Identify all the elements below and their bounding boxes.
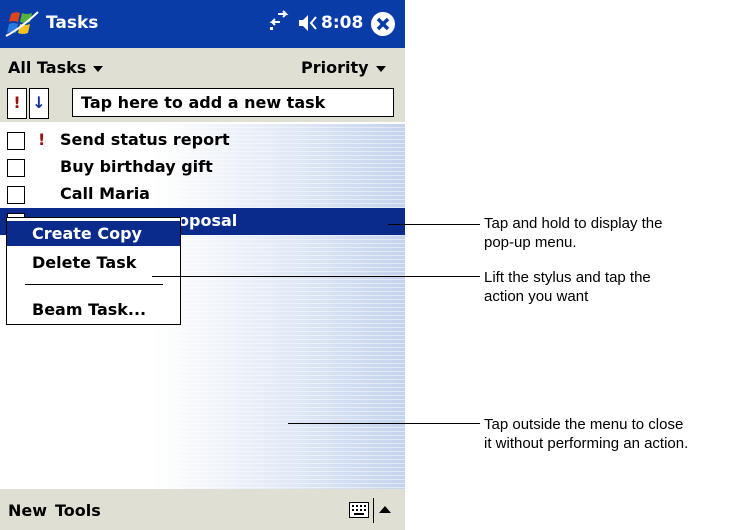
menu-separator	[25, 284, 163, 285]
chevron-down-icon	[93, 65, 104, 72]
speaker-icon[interactable]	[295, 12, 317, 34]
menu-item-create-copy[interactable]: Create Copy	[7, 221, 180, 246]
task-row[interactable]: Call Maria	[0, 181, 405, 208]
menu-item-beam-task[interactable]: Beam Task...	[7, 297, 180, 322]
new-button[interactable]: New	[8, 501, 47, 520]
sort-dropdown[interactable]: Priority	[301, 58, 386, 77]
callout-outside-line1: Tap outside the menu to close	[484, 416, 684, 433]
filter-sort-bar: All Tasks Priority	[0, 48, 405, 85]
task-label: Buy birthday gift	[60, 157, 213, 176]
callout-lift-line2: action you want	[484, 288, 589, 305]
task-checkbox[interactable]	[7, 132, 25, 150]
title-bar: Tasks 8:08	[0, 0, 405, 48]
callout-line-lift	[152, 276, 480, 277]
callout-hold-line1: Tap and hold to display the	[484, 215, 663, 232]
pocket-pc-screen: Tasks 8:08 All Tasks Priority ! ↓ Tap he…	[0, 0, 405, 530]
menu-item-delete-task[interactable]: Delete Task	[7, 250, 180, 275]
filter-label: All Tasks	[8, 58, 87, 77]
callout-lift: Lift the stylus and tap the action you w…	[484, 268, 651, 306]
callout-hold: Tap and hold to display the pop-up menu.	[484, 214, 662, 252]
priority-button[interactable]: !	[7, 88, 27, 119]
task-label: Send status report	[60, 130, 230, 149]
windows-start-icon[interactable]	[3, 6, 41, 42]
task-label: Call Maria	[60, 184, 150, 203]
connectivity-icon[interactable]	[268, 10, 290, 36]
callout-line-outside	[288, 423, 480, 424]
callout-hold-line2: pop-up menu.	[484, 234, 577, 251]
callout-outside-line2: it without performing an action.	[484, 435, 689, 452]
input-panel-arrow-icon[interactable]	[379, 506, 391, 513]
task-row[interactable]: ! Send status report	[0, 127, 405, 154]
task-entry-bar: ! ↓ Tap here to add a new task	[0, 85, 405, 122]
input-panel-separator	[373, 498, 374, 523]
context-menu: Create Copy Delete Task Beam Task...	[6, 217, 181, 325]
tools-menu[interactable]: Tools	[55, 501, 101, 520]
keyboard-icon[interactable]	[349, 502, 369, 518]
task-label: oposal	[178, 211, 238, 230]
clock[interactable]: 8:08	[321, 13, 363, 33]
task-row[interactable]: Buy birthday gift	[0, 154, 405, 181]
callout-outside: Tap outside the menu to close it without…	[484, 415, 688, 453]
sort-label: Priority	[301, 58, 369, 77]
callout-line-hold	[388, 224, 480, 225]
sort-order-button[interactable]: ↓	[29, 88, 49, 119]
new-task-input[interactable]: Tap here to add a new task	[72, 88, 394, 117]
task-checkbox[interactable]	[7, 186, 25, 204]
task-checkbox[interactable]	[7, 159, 25, 177]
chevron-down-icon	[375, 65, 386, 72]
close-icon[interactable]	[370, 11, 396, 37]
filter-dropdown[interactable]: All Tasks	[8, 58, 104, 77]
callout-lift-line1: Lift the stylus and tap the	[484, 269, 651, 286]
high-priority-icon: !	[38, 130, 46, 149]
bottom-command-bar: New Tools	[0, 489, 405, 530]
app-title[interactable]: Tasks	[46, 13, 98, 33]
